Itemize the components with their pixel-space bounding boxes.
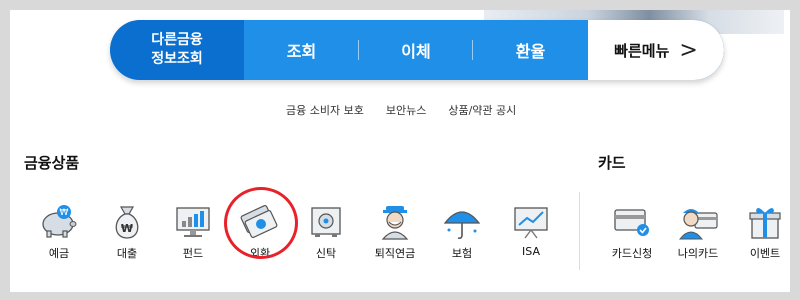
product-deposit[interactable]: ₩ 예금 xyxy=(24,202,94,261)
card-label: 이벤트 xyxy=(749,247,781,260)
product-label: 펀드 xyxy=(182,247,204,260)
product-label: 퇴직연금 xyxy=(374,247,416,260)
piggy-bank-icon: ₩ xyxy=(35,202,83,242)
card-section-title: 카드 xyxy=(598,154,626,172)
my-card[interactable]: 나의카드 xyxy=(663,202,733,261)
chart-monitor-icon xyxy=(169,202,217,242)
product-trust[interactable]: 신탁 xyxy=(291,202,361,261)
transfer-button[interactable]: 이체 xyxy=(359,20,473,80)
product-label: 신탁 xyxy=(315,247,337,260)
consumer-protection-link[interactable]: 금융 소비자 보호 xyxy=(286,102,364,118)
other-finance-lookup-button[interactable]: 다른금융 정보조회 xyxy=(110,20,244,80)
product-label: 예금 xyxy=(48,247,70,260)
card-label: 나의카드 xyxy=(677,247,719,260)
exchange-rate-button[interactable]: 환율 xyxy=(473,20,588,80)
quick-menu-label: 빠른메뉴 xyxy=(614,41,670,60)
product-terms-link[interactable]: 상품/약관 공시 xyxy=(448,102,516,118)
product-label: 보험 xyxy=(451,247,473,260)
security-news-link[interactable]: 보안뉴스 xyxy=(386,102,426,118)
product-isa[interactable]: ISA xyxy=(496,202,566,258)
quick-menu-button[interactable]: 빠른메뉴 > xyxy=(588,20,724,80)
card-apply[interactable]: 카드신청 xyxy=(597,202,667,261)
umbrella-icon xyxy=(438,202,486,242)
gift-icon xyxy=(741,202,789,242)
section-divider xyxy=(579,192,580,270)
my-card-icon xyxy=(674,202,722,242)
chart-board-icon xyxy=(507,202,555,242)
product-insurance[interactable]: 보험 xyxy=(427,202,497,261)
product-pension[interactable]: 퇴직연금 xyxy=(360,202,430,261)
svg-text:₩: ₩ xyxy=(60,208,69,218)
safe-icon xyxy=(302,202,350,242)
svg-text:₩: ₩ xyxy=(121,222,133,235)
quick-service-bar: 다른금융 정보조회 조회 이체 환율 빠른메뉴 > xyxy=(110,20,724,80)
inquiry-button[interactable]: 조회 xyxy=(244,20,359,80)
card-event[interactable]: 이벤트 xyxy=(730,202,790,261)
product-label: ISA xyxy=(522,245,540,258)
product-loan[interactable]: ₩ 대출 xyxy=(92,202,162,261)
chevron-right-icon: > xyxy=(679,37,698,63)
money-bag-icon: ₩ xyxy=(103,202,151,242)
page-frame: 다른금융 정보조회 조회 이체 환율 빠른메뉴 > 금융 소비자 보호 보안뉴스… xyxy=(10,10,790,292)
financial-products-title: 금융상품 xyxy=(24,154,80,172)
retiree-icon xyxy=(371,202,419,242)
footer-links: 금융 소비자 보호 보안뉴스 상품/약관 공시 xyxy=(286,102,516,118)
card-apply-icon xyxy=(608,202,656,242)
card-label: 카드신청 xyxy=(611,247,653,260)
highlight-circle-annotation xyxy=(224,187,298,259)
product-fund[interactable]: 펀드 xyxy=(158,202,228,261)
product-label: 대출 xyxy=(116,247,138,260)
